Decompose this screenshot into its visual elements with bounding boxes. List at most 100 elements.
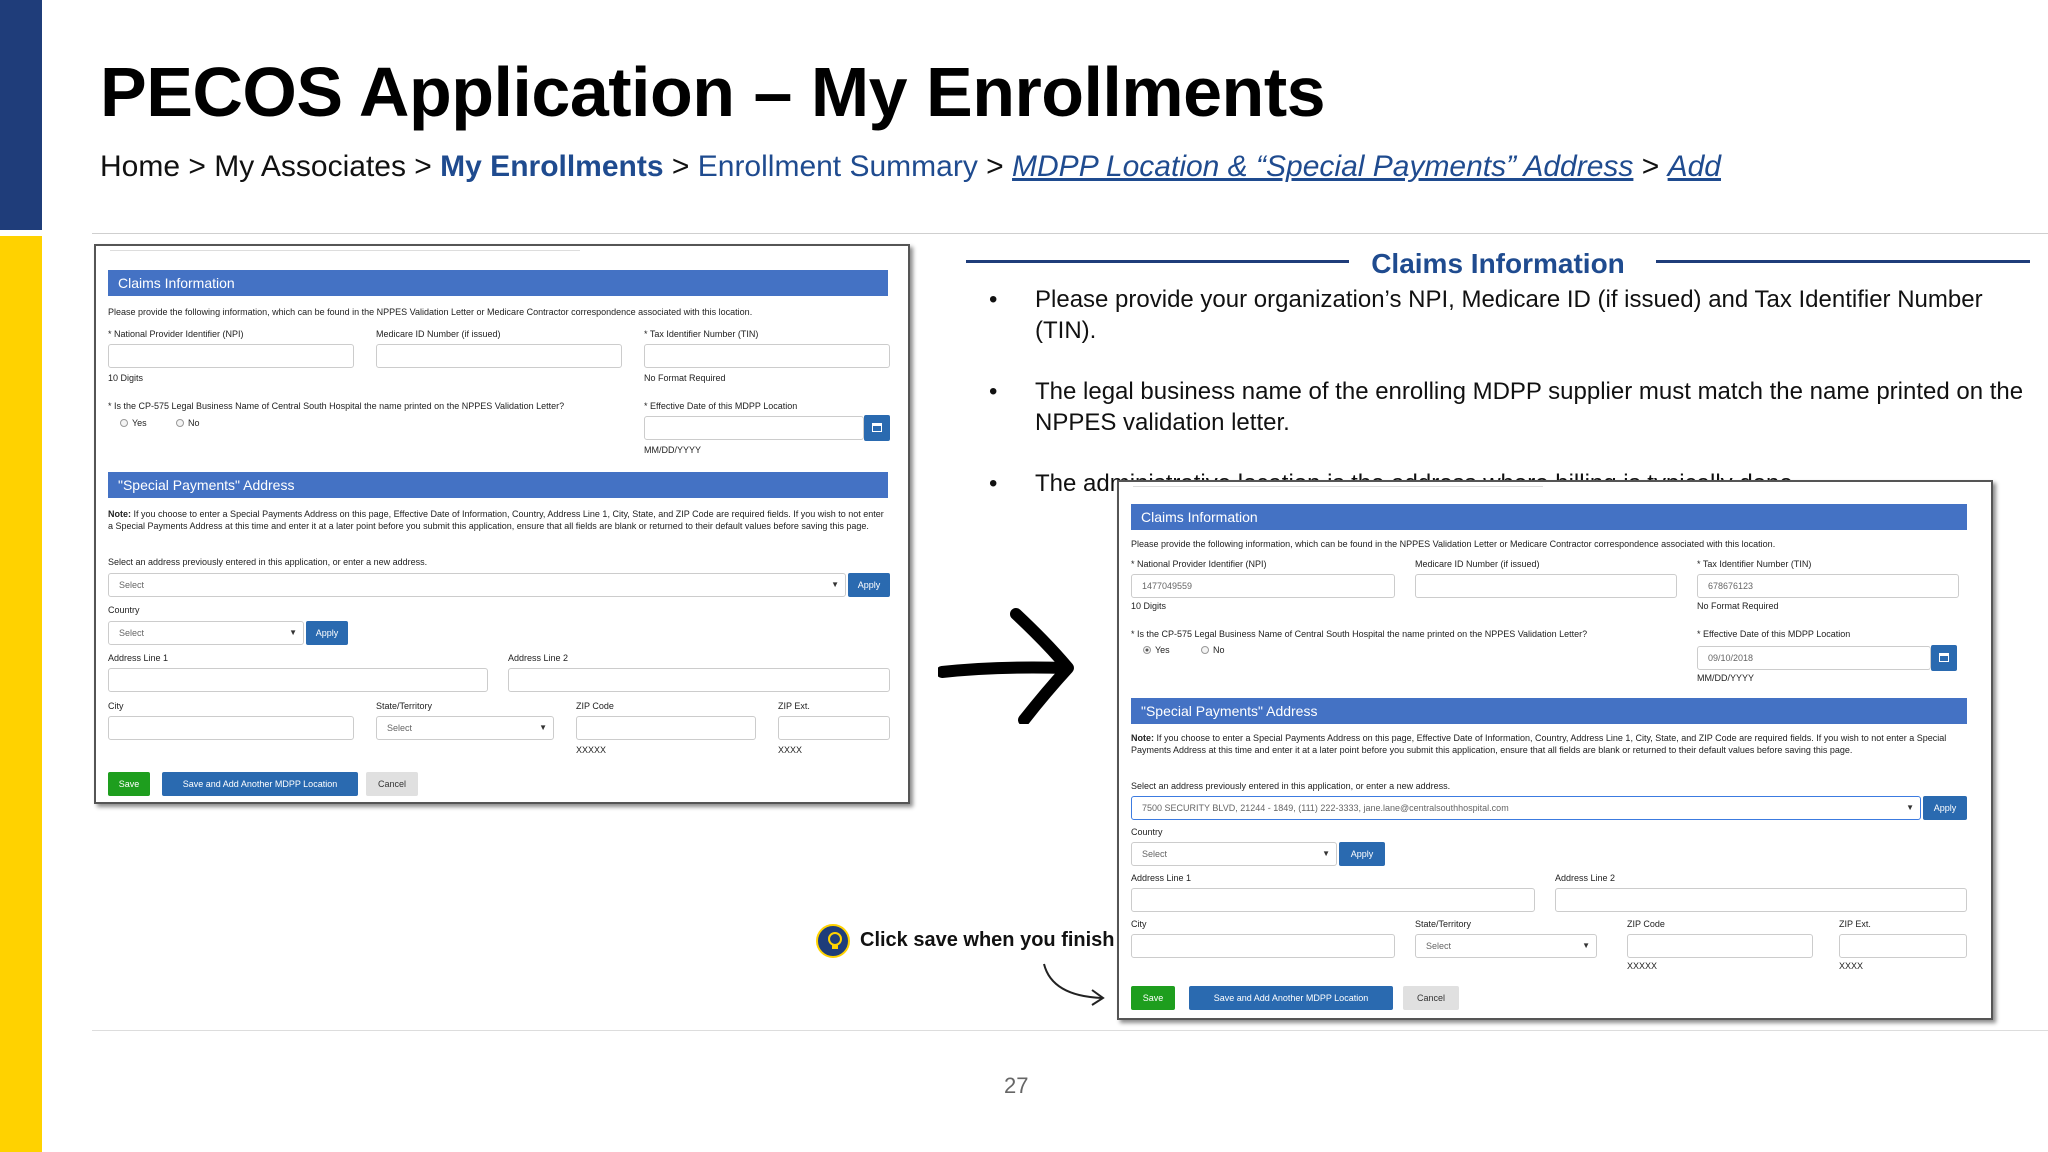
address-line-2-label: Address Line 2 bbox=[1555, 873, 1616, 883]
curved-arrow-icon bbox=[1043, 963, 1105, 1006]
save-and-add-another-button[interactable]: Save and Add Another MDPP Location bbox=[162, 772, 358, 796]
state-label: State/Territory bbox=[376, 701, 433, 711]
breadcrumb-enrollment-summary[interactable]: Enrollment Summary bbox=[698, 150, 978, 183]
medicare-id-input[interactable] bbox=[1415, 574, 1677, 598]
npi-input[interactable]: 1477049559 bbox=[1131, 574, 1395, 598]
effective-date-label: * Effective Date of this MDPP Location bbox=[1697, 629, 1851, 639]
select-address-label: Select an address previously entered in … bbox=[108, 557, 428, 567]
yes-label: Yes bbox=[132, 418, 147, 428]
chevron-down-icon: ▼ bbox=[1582, 941, 1590, 950]
accent-bar-blue bbox=[0, 0, 42, 230]
effective-date-label: * Effective Date of this MDPP Location bbox=[644, 401, 798, 411]
divider bbox=[110, 250, 580, 251]
address-line-2-input[interactable] bbox=[1555, 888, 1967, 912]
zip-ext-hint: XXXX bbox=[778, 745, 803, 755]
effective-date-input[interactable] bbox=[644, 416, 864, 440]
cancel-button[interactable]: Cancel bbox=[1403, 986, 1459, 1010]
form-screenshot-empty: Claims Information Please provide the fo… bbox=[94, 244, 910, 804]
country-select[interactable]: Select ▼ bbox=[1131, 842, 1337, 866]
chevron-down-icon: ▼ bbox=[1906, 803, 1914, 812]
address-apply-button[interactable]: Apply bbox=[1923, 796, 1967, 820]
chevron-down-icon: ▼ bbox=[289, 628, 297, 637]
address-select-value: Select bbox=[119, 580, 145, 590]
breadcrumb-separator: > bbox=[1633, 150, 1668, 183]
claims-panel-header: Claims Information bbox=[108, 270, 888, 296]
address-line-1-input[interactable] bbox=[108, 668, 488, 692]
tin-label: * Tax Identifier Number (TIN) bbox=[1697, 559, 1812, 569]
tin-label: * Tax Identifier Number (TIN) bbox=[644, 329, 759, 339]
breadcrumb-add[interactable]: Add bbox=[1668, 150, 1721, 183]
state-select-value: Select bbox=[387, 723, 413, 733]
city-input[interactable] bbox=[108, 716, 354, 740]
tin-input[interactable]: 678676123 bbox=[1697, 574, 1959, 598]
state-label: State/Territory bbox=[1415, 919, 1472, 929]
breadcrumb-separator: > bbox=[405, 150, 441, 183]
address-select-value: 7500 SECURITY BLVD, 21244 - 1849, (111) … bbox=[1142, 803, 1509, 813]
zip-input[interactable] bbox=[1627, 934, 1813, 958]
claims-description: Please provide the following information… bbox=[1131, 539, 1776, 549]
calendar-icon[interactable] bbox=[1931, 645, 1957, 671]
zip-hint: XXXXX bbox=[576, 745, 607, 755]
legal-name-yes-radio[interactable] bbox=[120, 419, 128, 427]
legal-name-question: * Is the CP-575 Legal Business Name of C… bbox=[1131, 629, 1588, 639]
address-apply-button[interactable]: Apply bbox=[848, 573, 890, 597]
cancel-button[interactable]: Cancel bbox=[366, 772, 418, 796]
city-input[interactable] bbox=[1131, 934, 1395, 958]
country-label: Country bbox=[1131, 827, 1163, 837]
state-select[interactable]: Select ▼ bbox=[1415, 934, 1597, 958]
bullet-text: The legal business name of the enrolling… bbox=[1035, 378, 2024, 436]
bullet-dot: • bbox=[989, 286, 998, 313]
breadcrumb-associates[interactable]: My Associates bbox=[214, 150, 406, 183]
note-label: Note: bbox=[108, 509, 131, 519]
chevron-down-icon: ▼ bbox=[539, 723, 547, 732]
save-button[interactable]: Save bbox=[1131, 986, 1175, 1010]
special-payments-header: "Special Payments" Address bbox=[1131, 698, 1967, 724]
calendar-icon[interactable] bbox=[864, 415, 890, 441]
tin-input[interactable] bbox=[644, 344, 890, 368]
legal-name-no-radio[interactable] bbox=[1201, 646, 1209, 654]
select-address-label: Select an address previously entered in … bbox=[1131, 781, 1451, 791]
breadcrumb: Home > My Associates > My Enrollments > … bbox=[100, 150, 1721, 184]
zip-ext-input[interactable] bbox=[1839, 934, 1967, 958]
legal-name-question: * Is the CP-575 Legal Business Name of C… bbox=[108, 401, 565, 411]
address-line-1-input[interactable] bbox=[1131, 888, 1535, 912]
zip-label: ZIP Code bbox=[1627, 919, 1665, 929]
page-number: 27 bbox=[1004, 1073, 1029, 1098]
breadcrumb-enrollments[interactable]: My Enrollments bbox=[440, 150, 663, 183]
zip-label: ZIP Code bbox=[576, 701, 614, 711]
save-button[interactable]: Save bbox=[108, 772, 150, 796]
npi-input[interactable] bbox=[108, 344, 354, 368]
address-select[interactable]: 7500 SECURITY BLVD, 21244 - 1849, (111) … bbox=[1131, 796, 1921, 820]
country-apply-button[interactable]: Apply bbox=[1339, 842, 1385, 866]
note-label: Note: bbox=[1131, 733, 1154, 743]
effective-date-input[interactable]: 09/10/2018 bbox=[1697, 646, 1931, 670]
special-payments-note: Note: If you choose to enter a Special P… bbox=[1131, 732, 1967, 756]
bullet-dot: • bbox=[989, 378, 998, 405]
breadcrumb-separator: > bbox=[977, 150, 1013, 183]
zip-ext-input[interactable] bbox=[778, 716, 890, 740]
claims-info-heading-group: Claims Information bbox=[966, 248, 2030, 284]
save-and-add-another-button[interactable]: Save and Add Another MDPP Location bbox=[1189, 986, 1393, 1010]
country-select[interactable]: Select ▼ bbox=[108, 621, 304, 645]
address-select[interactable]: Select ▼ bbox=[108, 573, 846, 597]
zip-input[interactable] bbox=[576, 716, 756, 740]
no-label: No bbox=[188, 418, 200, 428]
country-apply-button[interactable]: Apply bbox=[306, 621, 348, 645]
state-select[interactable]: Select ▼ bbox=[376, 716, 554, 740]
special-payments-note: Note: If you choose to enter a Special P… bbox=[108, 508, 888, 532]
breadcrumb-home[interactable]: Home bbox=[100, 150, 180, 183]
claims-info-heading-text: Claims Information bbox=[1349, 248, 1647, 279]
legal-name-yes-radio[interactable] bbox=[1143, 646, 1151, 654]
medicare-id-input[interactable] bbox=[376, 344, 622, 368]
legal-name-no-radio[interactable] bbox=[176, 419, 184, 427]
tin-hint: No Format Required bbox=[644, 373, 726, 383]
breadcrumb-mdpp-location[interactable]: MDPP Location & “Special Payments” Addre… bbox=[1012, 150, 1633, 183]
note-text: If you choose to enter a Special Payment… bbox=[1131, 733, 1947, 755]
medicare-id-label: Medicare ID Number (if issued) bbox=[1415, 559, 1540, 569]
footer-divider bbox=[92, 1030, 2048, 1031]
address-line-1-label: Address Line 1 bbox=[108, 653, 169, 663]
address-line-2-input[interactable] bbox=[508, 668, 890, 692]
npi-label: * National Provider Identifier (NPI) bbox=[1131, 559, 1267, 569]
claims-description: Please provide the following information… bbox=[108, 307, 753, 317]
info-bullet: • The legal business name of the enrollin… bbox=[985, 376, 2035, 438]
